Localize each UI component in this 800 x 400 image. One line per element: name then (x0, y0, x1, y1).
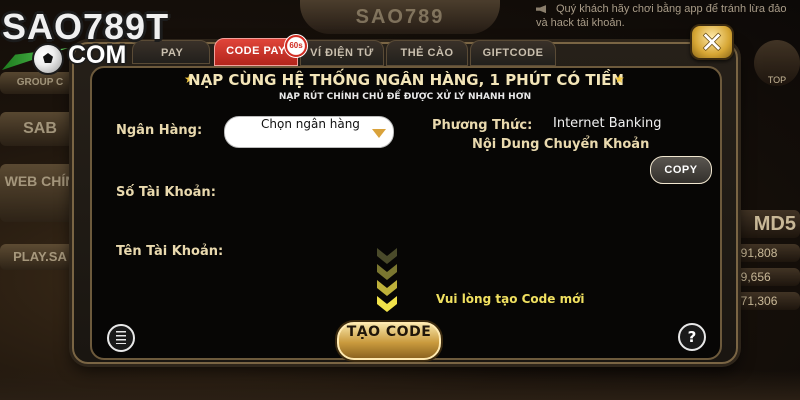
code-notice: Vui lòng tạo Code mới (436, 292, 585, 306)
bank-label: Ngân Hàng: (116, 123, 203, 138)
timer-badge: 60s (284, 34, 308, 58)
account-name-label: Tên Tài Khoản: (116, 244, 224, 259)
soccer-ball-icon (32, 43, 64, 75)
page-title: NẠP CÙNG HỆ THỐNG NGÂN HÀNG, 1 PHÚT CÓ T… (188, 71, 624, 89)
tab-scratch-card[interactable]: THẺ CÀO (386, 40, 468, 66)
background-right-item: TOP (754, 40, 800, 86)
note-icon[interactable] (107, 324, 135, 352)
page-subtitle: NẠP RÚT CHÍNH CHỦ ĐỂ ĐƯỢC XỬ LÝ NHANH HƠ… (278, 92, 532, 102)
background-left-item: SAB (0, 112, 80, 146)
background-right-item: 89,656 (734, 268, 800, 286)
background-left-item: PLAY.SA (0, 244, 80, 270)
brand-logo-domain: COM (68, 41, 127, 69)
close-button[interactable]: ✕ (690, 24, 734, 60)
bank-select[interactable]: Chọn ngân hàng (224, 116, 394, 148)
create-code-label: TẠO CODE (346, 324, 432, 340)
transfer-content-label: Nội Dung Chuyển Khoản (472, 137, 650, 152)
background-right-item: MD5 (730, 210, 800, 238)
background-notice-text: Quý khách hãy chơi bằng app để tránh lừa… (536, 3, 787, 29)
speaker-icon (536, 5, 546, 14)
create-code-button[interactable]: TẠO CODE (337, 322, 441, 360)
method-value: Internet Banking (553, 116, 662, 131)
method-label: Phương Thức: (432, 118, 533, 133)
chevron-down-icon (376, 248, 398, 312)
bank-select-value: Chọn ngân hàng (261, 117, 360, 131)
background-left-item: WEB CHÍN (0, 164, 80, 222)
account-number-label: Số Tài Khoản: (116, 185, 216, 200)
content-panel (90, 66, 722, 360)
chevron-down-icon (372, 129, 386, 138)
background-right-item: 171,306 (734, 292, 800, 310)
background-bottom-strip (0, 370, 800, 400)
background-notice: Quý khách hãy chơi bằng app để tránh lừa… (536, 2, 796, 30)
star-icon: ★ (614, 72, 625, 86)
background-banner-text: SAO789 (355, 6, 445, 28)
copy-button[interactable]: COPY (650, 156, 712, 184)
tab-giftcode[interactable]: GIFTCODE (470, 40, 556, 66)
background-left-item: GROUP C (0, 72, 80, 94)
brand-logo: SAO789T COM (2, 8, 169, 75)
background-right-item: 191,808 (734, 244, 800, 262)
background-banner: SAO789 (300, 0, 500, 34)
help-icon[interactable]: ? (678, 323, 706, 351)
close-icon: ✕ (700, 26, 724, 59)
tab-e-wallet[interactable]: VÍ ĐIỆN TỬ (300, 40, 384, 66)
